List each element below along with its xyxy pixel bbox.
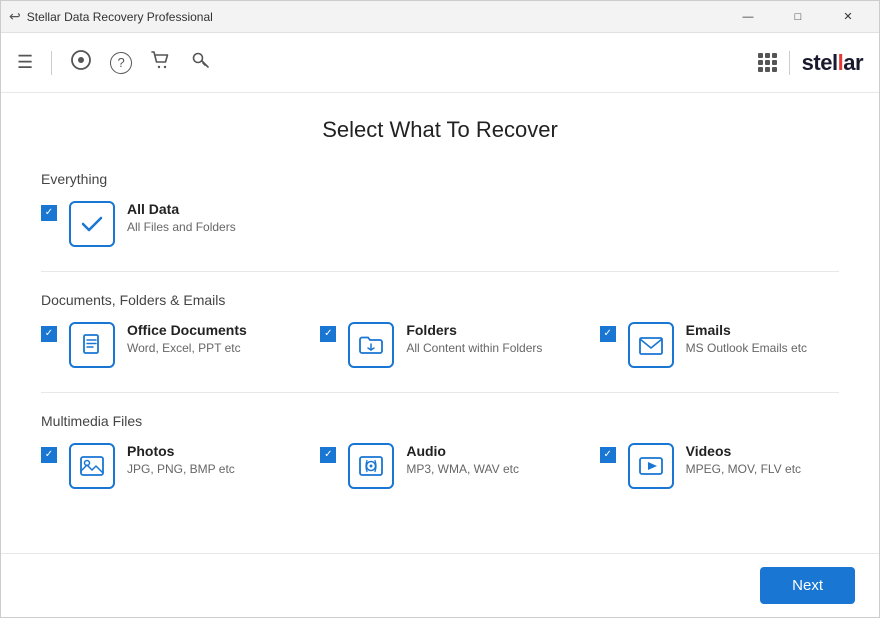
key-icon[interactable] (190, 49, 212, 76)
toolbar-left: ☰ ? (17, 49, 212, 77)
apps-grid-icon[interactable] (758, 53, 777, 72)
divider-2 (41, 392, 839, 393)
audio-checkbox[interactable]: ✓ (320, 447, 336, 463)
office-docs-checkbox-wrap: ✓ (41, 326, 57, 342)
all-data-check-icon: ✓ (45, 208, 53, 218)
history-icon[interactable] (70, 49, 92, 77)
folders-subtitle: All Content within Folders (406, 341, 542, 355)
photos-icon-box (69, 443, 115, 489)
office-docs-checkbox[interactable]: ✓ (41, 326, 57, 342)
section-documents-label: Documents, Folders & Emails (41, 292, 839, 308)
item-photos: ✓ Photos JPG, PNG, BMP etc (41, 443, 280, 489)
next-button[interactable]: Next (760, 567, 855, 604)
section-documents: Documents, Folders & Emails ✓ (41, 292, 839, 368)
videos-title: Videos (686, 443, 801, 459)
page-title: Select What To Recover (41, 117, 839, 143)
toolbar-separator (51, 51, 52, 75)
maximize-button[interactable]: □ (775, 1, 821, 33)
audio-check-icon: ✓ (324, 450, 332, 460)
photos-title: Photos (127, 443, 235, 459)
stellar-logo: stellar (802, 50, 863, 76)
title-bar-title: Stellar Data Recovery Professional (27, 10, 213, 24)
footer: Next (1, 553, 879, 617)
audio-icon (357, 452, 385, 480)
photos-icon (78, 452, 106, 480)
office-docs-icon-box (69, 322, 115, 368)
back-icon[interactable]: ↩ (9, 8, 21, 25)
audio-subtitle: MP3, WMA, WAV etc (406, 462, 519, 476)
emails-icon-box (628, 322, 674, 368)
photos-subtitle: JPG, PNG, BMP etc (127, 462, 235, 476)
photos-checkbox[interactable]: ✓ (41, 447, 57, 463)
photos-text: Photos JPG, PNG, BMP etc (127, 443, 235, 476)
photos-check-icon: ✓ (45, 450, 53, 460)
videos-checkbox-wrap: ✓ (600, 447, 616, 463)
audio-icon-box (348, 443, 394, 489)
videos-icon-box (628, 443, 674, 489)
toolbar-right: stellar (758, 50, 863, 76)
minimize-button[interactable]: — (725, 1, 771, 33)
section-everything-label: Everything (41, 171, 839, 187)
videos-text: Videos MPEG, MOV, FLV etc (686, 443, 801, 476)
cart-icon[interactable] (150, 49, 172, 76)
office-docs-icon (79, 332, 105, 358)
audio-checkbox-wrap: ✓ (320, 447, 336, 463)
audio-text: Audio MP3, WMA, WAV etc (406, 443, 519, 476)
office-docs-title: Office Documents (127, 322, 247, 338)
title-bar: ↩ Stellar Data Recovery Professional — □… (1, 1, 879, 33)
videos-checkbox[interactable]: ✓ (600, 447, 616, 463)
menu-icon[interactable]: ☰ (17, 52, 33, 73)
photos-checkbox-wrap: ✓ (41, 447, 57, 463)
videos-subtitle: MPEG, MOV, FLV etc (686, 462, 801, 476)
toolbar-separator-2 (789, 51, 790, 75)
emails-checkbox[interactable]: ✓ (600, 326, 616, 342)
emails-check-icon: ✓ (603, 329, 611, 339)
toolbar: ☰ ? (1, 33, 879, 93)
all-data-checkbox[interactable]: ✓ (41, 205, 57, 221)
all-data-icon-box (69, 201, 115, 247)
item-office-documents: ✓ Office Documents Word, Excel, PPT etc (41, 322, 280, 368)
emails-title: Emails (686, 322, 807, 338)
title-bar-left: ↩ Stellar Data Recovery Professional (9, 8, 213, 25)
emails-subtitle: MS Outlook Emails etc (686, 341, 807, 355)
office-docs-text: Office Documents Word, Excel, PPT etc (127, 322, 247, 355)
folders-text: Folders All Content within Folders (406, 322, 542, 355)
emails-icon (637, 331, 665, 359)
office-docs-check-icon: ✓ (45, 329, 53, 339)
item-emails: ✓ Emails MS Outlook Emails etc (600, 322, 839, 368)
emails-text: Emails MS Outlook Emails etc (686, 322, 807, 355)
videos-check-icon: ✓ (603, 450, 611, 460)
title-bar-controls: — □ ✕ (725, 1, 871, 33)
item-audio: ✓ Audio MP3, WMA, WAV etc (320, 443, 559, 489)
multimedia-items-row: ✓ Photos JPG, PNG, BMP etc (41, 443, 839, 489)
folders-icon (357, 331, 385, 359)
all-data-title: All Data (127, 201, 236, 217)
videos-icon (637, 452, 665, 480)
folders-check-icon: ✓ (324, 329, 332, 339)
folders-icon-box (348, 322, 394, 368)
section-multimedia-label: Multimedia Files (41, 413, 839, 429)
emails-checkbox-wrap: ✓ (600, 326, 616, 342)
folders-title: Folders (406, 322, 542, 338)
all-data-text: All Data All Files and Folders (127, 201, 236, 234)
item-videos: ✓ Videos MPEG, MOV, FLV etc (600, 443, 839, 489)
section-multimedia: Multimedia Files ✓ Photos (41, 413, 839, 489)
help-icon[interactable]: ? (110, 52, 132, 74)
main-content: Select What To Recover Everything ✓ All … (1, 93, 879, 553)
divider-1 (41, 271, 839, 272)
folders-checkbox-wrap: ✓ (320, 326, 336, 342)
item-folders: ✓ Folders All Content within Folders (320, 322, 559, 368)
close-button[interactable]: ✕ (825, 1, 871, 33)
everything-items-row: ✓ All Data All Files and Folders (41, 201, 839, 247)
section-everything: Everything ✓ All Data All Files and Fold… (41, 171, 839, 247)
item-all-data: ✓ All Data All Files and Folders (41, 201, 839, 247)
audio-title: Audio (406, 443, 519, 459)
folders-checkbox[interactable]: ✓ (320, 326, 336, 342)
all-data-icon (78, 210, 106, 238)
office-docs-subtitle: Word, Excel, PPT etc (127, 341, 247, 355)
all-data-checkbox-wrap: ✓ (41, 205, 57, 221)
documents-items-row: ✓ Office Documents Word, Excel, PPT etc (41, 322, 839, 368)
all-data-subtitle: All Files and Folders (127, 220, 236, 234)
